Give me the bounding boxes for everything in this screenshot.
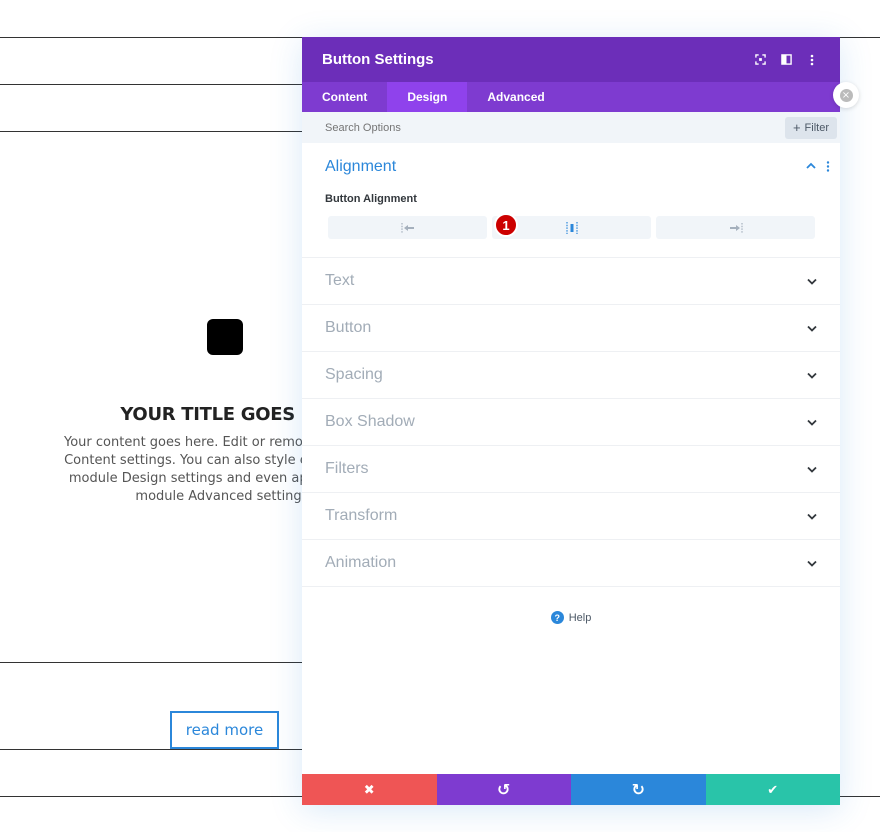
tab-content[interactable]: Content <box>302 82 387 112</box>
question-icon: ? <box>550 611 564 624</box>
blurb-icon <box>207 319 243 355</box>
save-button[interactable]: ✔ <box>705 774 840 805</box>
tab-design[interactable]: Design <box>387 82 468 112</box>
section-alignment-controls <box>806 161 830 175</box>
search-row: + Filter <box>302 112 840 143</box>
section-text[interactable]: Text <box>302 258 840 305</box>
step-badge: 1 <box>494 213 518 237</box>
modal-close-button[interactable]: × <box>833 82 859 108</box>
settings-tabs: Content Design Advanced <box>302 82 840 112</box>
align-right-icon <box>729 222 743 233</box>
close-icon: ✖ <box>363 781 375 797</box>
align-center-icon <box>565 221 578 234</box>
bg-divider <box>0 749 302 750</box>
redo-icon: ↻ <box>631 781 645 799</box>
chevron-up-icon[interactable] <box>806 161 816 175</box>
chevron-down-icon <box>807 511 817 521</box>
more-options-icon[interactable] <box>804 52 820 68</box>
section-title: Box Shadow <box>325 413 415 430</box>
tab-advanced[interactable]: Advanced <box>467 82 564 112</box>
chevron-down-icon <box>807 464 817 474</box>
section-title: Button <box>325 319 372 336</box>
section-alignment-title[interactable]: Alignment <box>325 158 396 176</box>
more-options-icon[interactable] <box>826 161 830 175</box>
chevron-down-icon <box>807 417 817 427</box>
undo-icon: ↺ <box>497 781 511 799</box>
read-more-button[interactable]: read more <box>170 711 279 749</box>
undo-button[interactable]: ↺ <box>436 774 571 805</box>
section-alignment: Alignment Button Alignment 1 <box>302 143 840 258</box>
modal-title: Button Settings <box>322 51 434 68</box>
filter-button[interactable]: + Filter <box>784 116 837 139</box>
button-alignment-label: Button Alignment <box>325 193 417 205</box>
align-right-button[interactable] <box>656 216 815 239</box>
button-alignment-options <box>328 216 815 239</box>
chevron-down-icon <box>807 276 817 286</box>
section-title: Spacing <box>325 366 383 383</box>
section-button[interactable]: Button <box>302 305 840 352</box>
section-title: Text <box>325 272 355 289</box>
focus-icon[interactable] <box>752 52 768 68</box>
bg-divider <box>0 84 302 85</box>
search-input[interactable] <box>325 121 785 134</box>
section-spacing[interactable]: Spacing <box>302 352 840 399</box>
section-title: Transform <box>325 507 398 524</box>
modal-footer: ✖ ↺ ↻ ✔ <box>302 774 840 805</box>
align-left-button[interactable] <box>328 216 487 239</box>
section-box-shadow[interactable]: Box Shadow <box>302 399 840 446</box>
section-title: Animation <box>325 554 397 571</box>
section-title: Filters <box>325 460 369 477</box>
modal-header: Button Settings <box>302 37 840 82</box>
help-link[interactable]: ? Help <box>302 611 840 624</box>
button-settings-modal: Button Settings Content Design Advanced … <box>302 37 840 805</box>
split-view-icon[interactable] <box>778 52 794 68</box>
align-left-icon <box>400 222 414 233</box>
bg-divider <box>0 662 302 663</box>
plus-icon: + <box>792 120 801 135</box>
redo-button[interactable]: ↻ <box>571 774 706 805</box>
check-icon: ✔ <box>767 781 779 797</box>
cancel-button[interactable]: ✖ <box>302 774 437 805</box>
bg-divider <box>0 131 302 132</box>
chevron-down-icon <box>807 370 817 380</box>
section-filters[interactable]: Filters <box>302 446 840 493</box>
help-label: Help <box>568 611 592 624</box>
section-animation[interactable]: Animation <box>302 540 840 587</box>
filter-label: Filter <box>804 121 829 134</box>
chevron-down-icon <box>807 323 817 333</box>
chevron-down-icon <box>807 558 817 568</box>
header-icons <box>752 52 820 68</box>
section-transform[interactable]: Transform <box>302 493 840 540</box>
close-icon: × <box>839 88 853 102</box>
